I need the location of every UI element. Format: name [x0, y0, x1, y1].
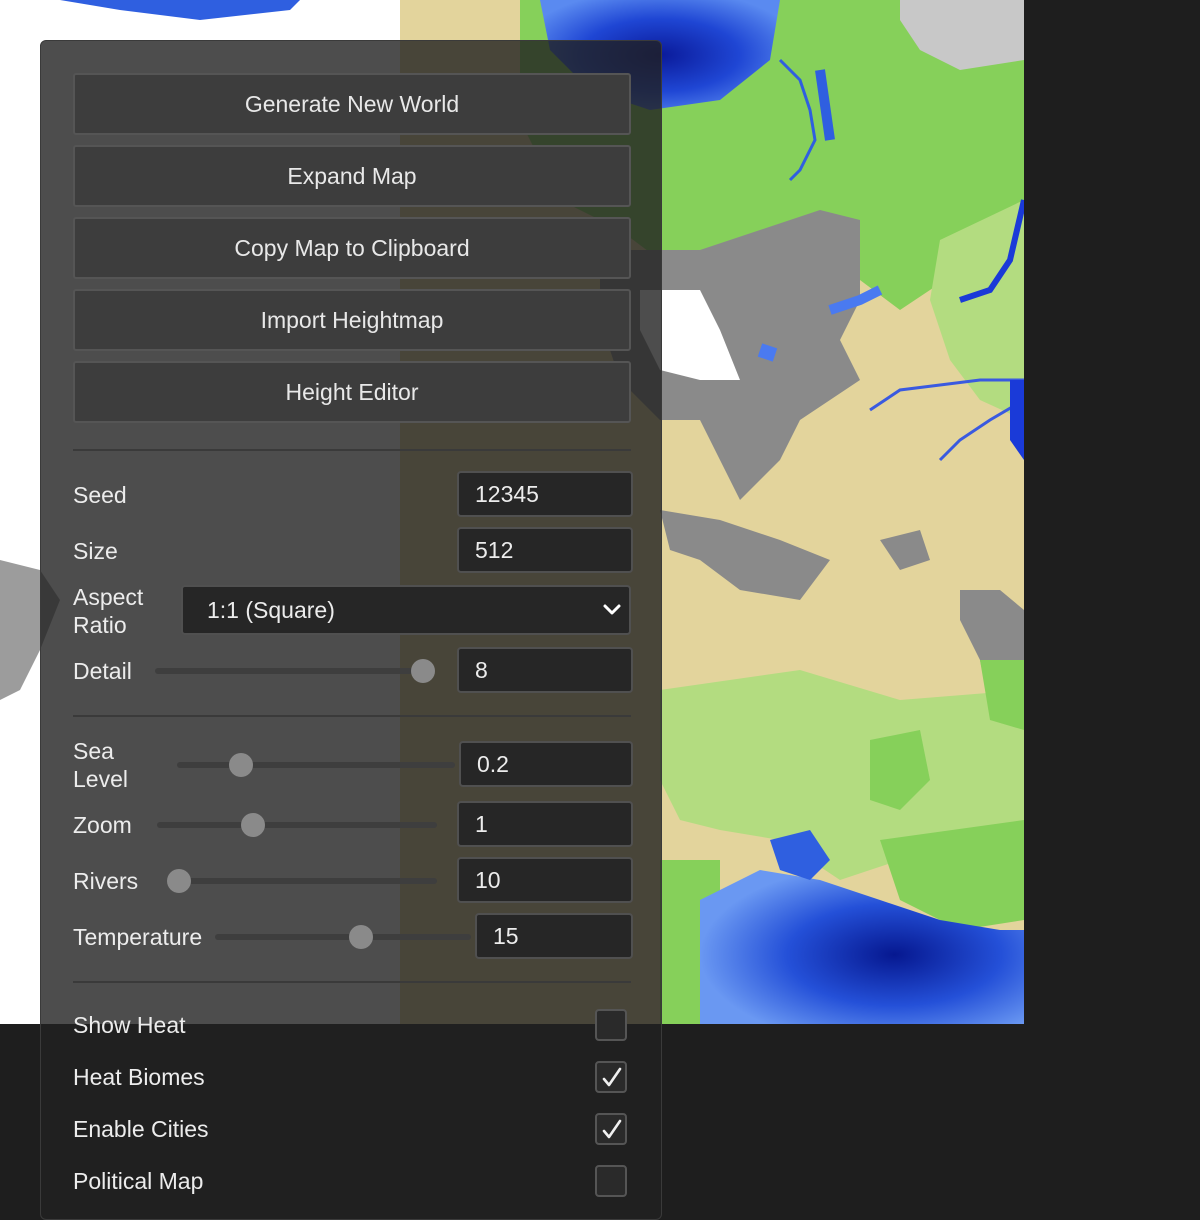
political-map-label: Political Map: [73, 1168, 204, 1194]
height-editor-button[interactable]: Height Editor: [73, 361, 631, 423]
enable-cities-checkbox[interactable]: [595, 1113, 627, 1145]
sea-level-input[interactable]: 0.2: [459, 741, 633, 787]
sea-level-label-line1: Sea: [73, 738, 114, 764]
aspect-ratio-select[interactable]: 1:1 (Square): [181, 585, 631, 635]
show-heat-label: Show Heat: [73, 1012, 186, 1038]
enable-cities-label: Enable Cities: [73, 1116, 209, 1142]
chevron-down-icon: [603, 604, 621, 615]
detail-slider-thumb[interactable]: [411, 659, 435, 683]
sea-level-label-line2: Level: [73, 766, 128, 792]
zoom-slider-track[interactable]: [157, 822, 437, 828]
temperature-slider-track[interactable]: [215, 934, 471, 940]
aspect-ratio-label-line1: Aspect: [73, 584, 144, 610]
detail-input[interactable]: 8: [457, 647, 633, 693]
detail-slider-track[interactable]: [155, 668, 435, 674]
zoom-input[interactable]: 1: [457, 801, 633, 847]
heat-biomes-checkbox[interactable]: [595, 1061, 627, 1093]
zoom-label: Zoom: [73, 812, 132, 838]
checkmark-icon: [602, 1119, 622, 1139]
rivers-slider-track[interactable]: [167, 878, 437, 884]
rivers-input[interactable]: 10: [457, 857, 633, 903]
temperature-input[interactable]: 15: [475, 913, 633, 959]
zoom-slider-thumb[interactable]: [241, 813, 265, 837]
heat-biomes-label: Heat Biomes: [73, 1064, 205, 1090]
seed-input[interactable]: 12345: [457, 471, 633, 517]
copy-map-to-clipboard-button[interactable]: Copy Map to Clipboard: [73, 217, 631, 279]
rivers-label: Rivers: [73, 868, 139, 894]
show-heat-checkbox[interactable]: [595, 1009, 627, 1041]
aspect-ratio-selected-value: 1:1 (Square): [207, 596, 335, 623]
political-map-checkbox[interactable]: [595, 1165, 627, 1197]
section-divider: [73, 981, 631, 983]
expand-map-button[interactable]: Expand Map: [73, 145, 631, 207]
aspect-ratio-label-line2: Ratio: [73, 612, 127, 638]
seed-label: Seed: [73, 482, 127, 508]
sea-level-slider-thumb[interactable]: [229, 753, 253, 777]
sea-level-slider-track[interactable]: [177, 762, 455, 768]
world-generator-panel: Generate New World Expand Map Copy Map t…: [40, 40, 662, 1220]
import-heightmap-button[interactable]: Import Heightmap: [73, 289, 631, 351]
section-divider: [73, 715, 631, 717]
size-input[interactable]: 512: [457, 527, 633, 573]
detail-label: Detail: [73, 658, 132, 684]
size-label: Size: [73, 538, 118, 564]
generate-new-world-button[interactable]: Generate New World: [73, 73, 631, 135]
checkmark-icon: [602, 1067, 622, 1087]
section-divider: [73, 449, 631, 451]
rivers-slider-thumb[interactable]: [167, 869, 191, 893]
temperature-slider-thumb[interactable]: [349, 925, 373, 949]
temperature-label: Temperature: [73, 924, 203, 950]
